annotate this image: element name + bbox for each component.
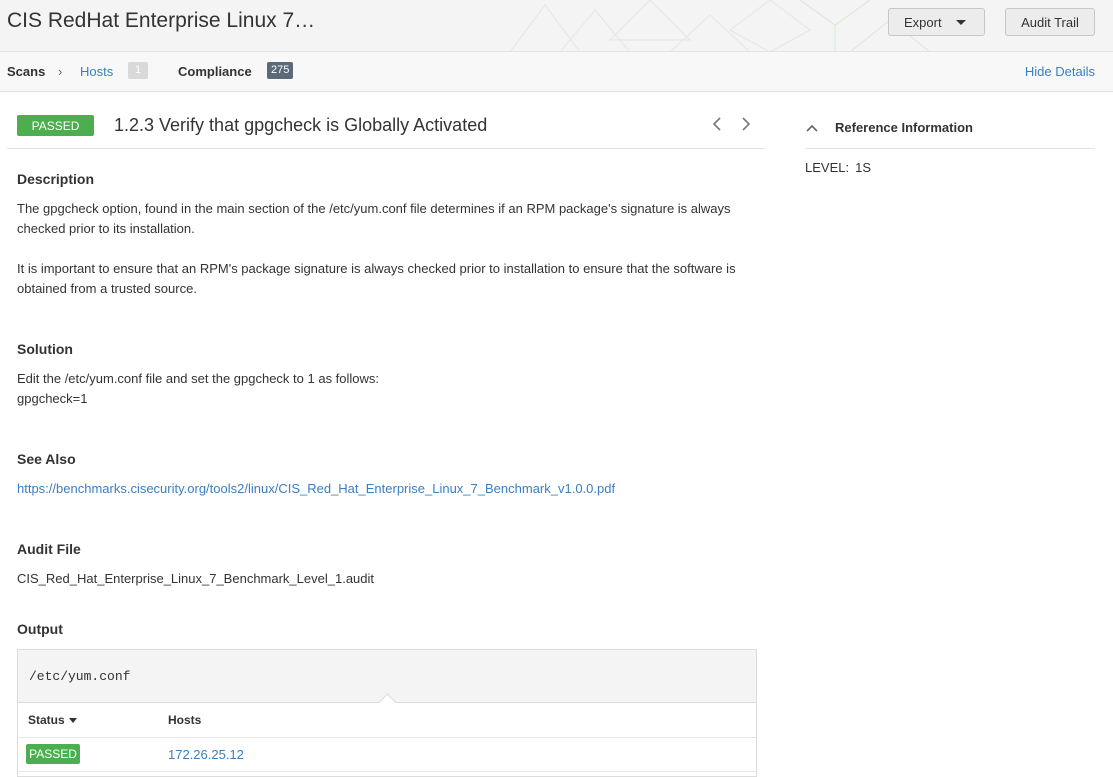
export-label: Export — [904, 14, 942, 30]
solution-line-2: gpgcheck=1 — [17, 391, 88, 406]
tab-compliance[interactable]: Compliance — [178, 64, 252, 79]
audit-file-value: CIS_Red_Hat_Enterprise_Linux_7_Benchmark… — [17, 571, 375, 586]
divider — [7, 148, 765, 149]
breadcrumb-scans[interactable]: Scans — [7, 64, 45, 79]
caret-down-icon — [956, 20, 966, 25]
chevron-up-icon[interactable] — [805, 121, 819, 135]
row-status-badge: PASSED — [26, 744, 80, 764]
description-paragraph-2: It is important to ensure that an RPM's … — [17, 261, 736, 296]
output-panel: /etc/yum.conf Status Hosts PASSED 172.26… — [17, 649, 757, 777]
output-code: /etc/yum.conf — [29, 669, 131, 684]
status-badge: PASSED — [17, 115, 94, 136]
level-label: LEVEL: — [805, 160, 850, 175]
tab-hosts[interactable]: Hosts — [80, 64, 113, 79]
breadcrumb: Scans › Hosts 1 Compliance 275 Hide Deta… — [0, 52, 1113, 92]
audit-trail-button[interactable]: Audit Trail — [1005, 8, 1095, 36]
column-header-hosts[interactable]: Hosts — [168, 713, 201, 727]
chevron-right-icon: › — [58, 64, 63, 79]
divider — [805, 148, 1095, 149]
compliance-count-badge: 275 — [267, 62, 294, 79]
level-value: 1S — [855, 160, 871, 175]
see-also-heading: See Also — [17, 451, 76, 467]
export-button[interactable]: Export — [888, 8, 985, 36]
see-also-link[interactable]: https://benchmarks.cisecurity.org/tools2… — [17, 479, 757, 499]
row-host-link[interactable]: 172.26.25.12 — [168, 747, 244, 762]
description-paragraph-1: The gpgcheck option, found in the main s… — [17, 201, 731, 236]
output-heading: Output — [17, 621, 63, 637]
hosts-count-badge: 1 — [128, 62, 148, 79]
divider — [18, 737, 756, 738]
column-header-status[interactable]: Status — [28, 713, 77, 727]
solution-heading: Solution — [17, 341, 73, 357]
reference-information-title[interactable]: Reference Information — [835, 120, 973, 135]
chevron-left-icon[interactable] — [711, 116, 723, 132]
hide-details-link[interactable]: Hide Details — [1025, 64, 1095, 79]
page-header: CIS RedHat Enterprise Linux 7… Export Au… — [0, 0, 1113, 52]
column-header-status-label: Status — [28, 713, 65, 727]
chevron-right-icon[interactable] — [740, 116, 752, 132]
description-heading: Description — [17, 171, 95, 187]
check-title: 1.2.3 Verify that gpgcheck is Globally A… — [114, 115, 488, 135]
solution-line-1: Edit the /etc/yum.conf file and set the … — [17, 371, 380, 386]
audit-file-heading: Audit File — [17, 541, 81, 557]
reference-level: LEVEL: 1S — [805, 160, 871, 175]
sort-down-icon — [68, 718, 77, 724]
divider — [18, 771, 756, 772]
page-title: CIS RedHat Enterprise Linux 7… — [7, 9, 316, 32]
